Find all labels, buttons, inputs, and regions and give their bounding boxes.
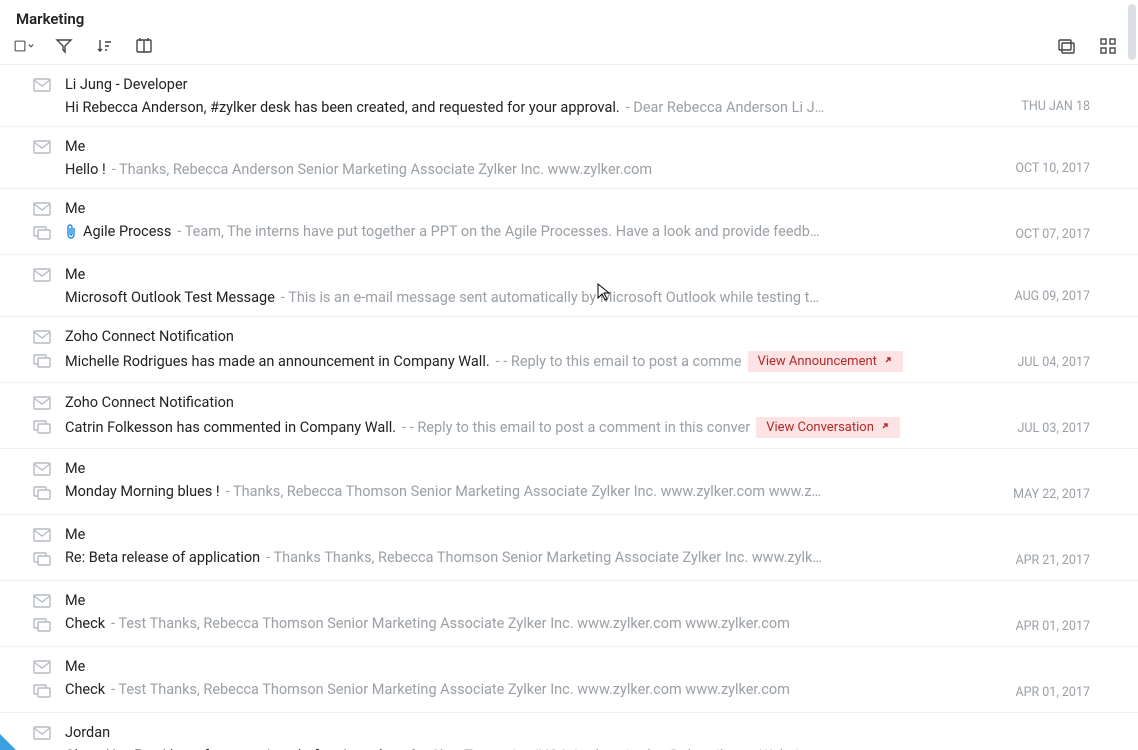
email-date: APR 01, 2017 xyxy=(1015,619,1090,634)
email-date: JUL 03, 2017 xyxy=(1017,421,1090,436)
email-date: JUL 04, 2017 xyxy=(1017,355,1090,370)
folder-title: Marketing xyxy=(14,0,84,30)
envelope-icon xyxy=(33,396,51,414)
email-sender: Me xyxy=(65,199,1112,219)
email-date: AUG 09, 2017 xyxy=(1015,289,1090,304)
email-subject: Check xyxy=(65,681,105,698)
email-subject: Re: Beta release of application xyxy=(65,549,260,566)
envelope-icon xyxy=(33,462,51,480)
email-row[interactable]: JordanChat : Hey Pat, I have few questio… xyxy=(0,713,1138,750)
email-sender: Me xyxy=(65,137,1112,157)
thread-icon xyxy=(33,226,51,244)
email-date: OCT 07, 2017 xyxy=(1015,227,1090,242)
email-subject: Hello ! xyxy=(65,161,106,178)
envelope-icon xyxy=(33,528,51,546)
email-row[interactable]: Me Check - Test Thanks, Rebecca Thomson S… xyxy=(0,581,1138,647)
thread-icon xyxy=(33,552,51,570)
email-subject: Agile Process xyxy=(83,223,171,240)
email-row[interactable]: Me Re: Beta release of application - Than… xyxy=(0,515,1138,581)
email-sender: Me xyxy=(65,591,1112,611)
email-row[interactable]: Me Agile Process - Team, The interns have… xyxy=(0,189,1138,255)
thread-icon xyxy=(33,684,51,702)
email-preview: - Thanks Thanks, Rebecca Thomson Senior … xyxy=(266,549,825,566)
action-badge-label: View Announcement xyxy=(758,354,877,369)
email-sender: Jordan xyxy=(65,723,1112,743)
email-row[interactable]: Zoho Connect Notification Michelle Rodrig… xyxy=(0,317,1138,383)
envelope-icon xyxy=(33,660,51,678)
email-preview: - - Reply to this email to post a commen… xyxy=(402,419,750,436)
toolbar xyxy=(0,30,1138,64)
email-sender: Zoho Connect Notification xyxy=(65,393,1112,413)
email-subject: Hi Rebecca Anderson, #zylker desk has be… xyxy=(65,99,620,116)
email-date: THU JAN 18 xyxy=(1021,99,1090,114)
email-date: APR 21, 2017 xyxy=(1015,553,1090,568)
reader-view-icon[interactable] xyxy=(1056,36,1076,56)
email-subject: Microsoft Outlook Test Message xyxy=(65,289,275,306)
envelope-icon xyxy=(33,330,51,348)
email-sender: Li Jung - Developer xyxy=(65,75,1112,95)
email-date: OCT 10, 2017 xyxy=(1015,161,1090,176)
email-row[interactable]: Me Monday Morning blues ! - Thanks, Rebec… xyxy=(0,449,1138,515)
external-link-icon xyxy=(880,420,890,435)
action-badge[interactable]: View Conversation xyxy=(756,417,900,438)
email-sender: Zoho Connect Notification xyxy=(65,327,1112,347)
email-preview: - Thanks, Rebecca Anderson Senior Market… xyxy=(112,161,652,178)
email-subject: Monday Morning blues ! xyxy=(65,483,220,500)
email-preview: - This is an e-mail message sent automat… xyxy=(281,289,825,306)
envelope-icon xyxy=(33,726,51,744)
email-subject: Check xyxy=(65,615,105,632)
email-row[interactable]: Me Microsoft Outlook Test Message - This … xyxy=(0,255,1138,317)
email-preview: - Test Thanks, Rebecca Thomson Senior Ma… xyxy=(111,681,790,698)
action-badge-label: View Conversation xyxy=(766,420,874,435)
email-sender: Me xyxy=(65,525,1112,545)
thread-icon xyxy=(33,486,51,504)
action-badge[interactable]: View Announcement xyxy=(748,351,903,372)
select-all-checkbox[interactable] xyxy=(14,36,34,56)
layout-icon[interactable] xyxy=(1098,36,1118,56)
email-date: APR 01, 2017 xyxy=(1015,685,1090,700)
email-subject: Catrin Folkesson has commented in Compan… xyxy=(65,419,396,436)
filter-icon[interactable] xyxy=(54,36,74,56)
email-sender: Me xyxy=(65,657,1112,677)
email-list[interactable]: Li Jung - Developer Hi Rebecca Anderson, … xyxy=(0,64,1138,750)
envelope-icon xyxy=(33,202,51,220)
timeline-icon[interactable] xyxy=(134,36,154,56)
email-row[interactable]: Li Jung - Developer Hi Rebecca Anderson, … xyxy=(0,65,1138,127)
envelope-icon xyxy=(33,268,51,286)
email-row[interactable]: Zoho Connect Notification Catrin Folkesso… xyxy=(0,383,1138,449)
email-date: MAY 22, 2017 xyxy=(1013,487,1090,502)
external-link-icon xyxy=(883,354,893,369)
thread-icon xyxy=(33,354,51,372)
corner-accent xyxy=(0,734,16,750)
email-preview: - Dear Rebecca Anderson Li Jung - Deve..… xyxy=(626,99,825,116)
sort-icon[interactable] xyxy=(94,36,114,56)
email-preview: - Team, The interns have put together a … xyxy=(177,223,825,240)
email-sender: Me xyxy=(65,265,1112,285)
email-sender: Me xyxy=(65,459,1112,479)
thread-icon xyxy=(33,420,51,438)
email-preview: - - Reply to this email to post a comme xyxy=(496,353,742,370)
email-preview: - Test Thanks, Rebecca Thomson Senior Ma… xyxy=(111,615,790,632)
attachment-icon xyxy=(65,224,77,240)
thread-icon xyxy=(33,618,51,636)
envelope-icon xyxy=(33,140,51,158)
email-preview: - Thanks, Rebecca Thomson Senior Marketi… xyxy=(226,483,825,500)
header: Marketing xyxy=(0,0,1138,30)
email-row[interactable]: Me Hello ! - Thanks, Rebecca Anderson Sen… xyxy=(0,127,1138,189)
envelope-icon xyxy=(33,78,51,96)
envelope-icon xyxy=(33,594,51,612)
email-row[interactable]: Me Check - Test Thanks, Rebecca Thomson S… xyxy=(0,647,1138,713)
email-subject: Michelle Rodrigues has made an announcem… xyxy=(65,353,490,370)
